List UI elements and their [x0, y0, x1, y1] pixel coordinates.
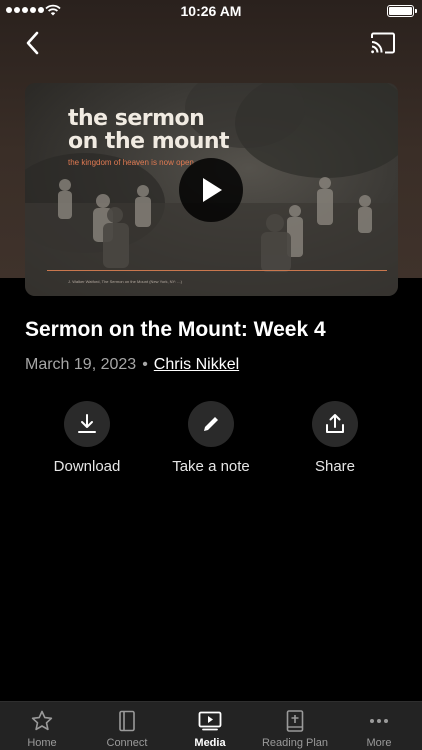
download-button[interactable]: Download	[32, 401, 142, 475]
tab-home[interactable]: Home	[0, 709, 84, 749]
play-button[interactable]	[179, 158, 243, 222]
bible-icon	[286, 710, 304, 732]
tab-reading-plan-label: Reading Plan	[261, 737, 329, 749]
battery-icon	[387, 5, 417, 17]
author-link[interactable]: Chris Nikkel	[154, 356, 239, 373]
thumbnail-divider	[47, 270, 387, 271]
share-button[interactable]: Share	[280, 401, 390, 475]
thumbnail-credit: J. Walker Watford, The Sermon on the Mou…	[68, 279, 182, 284]
sermon-meta: March 19, 2023 • Chris Nikkel	[25, 356, 239, 374]
take-note-label: Take a note	[172, 458, 250, 475]
video-player[interactable]: the sermon on the mount the kingdom of h…	[25, 83, 398, 296]
tab-home-label: Home	[27, 737, 57, 749]
download-icon	[78, 414, 96, 433]
status-time: 10:26 AM	[180, 3, 242, 19]
tab-connect[interactable]: Connect	[85, 709, 169, 749]
status-bar: 10:26 AM	[0, 0, 422, 22]
take-note-button[interactable]: Take a note	[156, 401, 266, 475]
meta-separator: •	[142, 356, 148, 373]
tab-bar: Home Connect Media Reading Plan More	[0, 701, 422, 750]
star-icon	[31, 710, 53, 731]
tab-reading-plan[interactable]: Reading Plan	[253, 709, 337, 749]
pencil-icon	[204, 417, 218, 431]
play-icon	[203, 178, 222, 202]
tab-media-label: Media	[194, 737, 226, 749]
thumbnail-title: the sermon on the mount	[68, 106, 230, 154]
download-label: Download	[53, 458, 121, 475]
cast-icon[interactable]	[370, 32, 396, 54]
tab-more-label: More	[366, 737, 392, 749]
thumbnail-subtitle: the kingdom of heaven is now open	[68, 158, 194, 167]
sermon-title: Sermon on the Mount: Week 4	[25, 318, 326, 341]
play-screen-icon	[198, 711, 222, 731]
back-button[interactable]	[20, 30, 46, 56]
share-icon	[326, 414, 344, 433]
tab-connect-label: Connect	[106, 737, 148, 749]
share-label: Share	[314, 458, 356, 475]
book-icon	[119, 710, 135, 732]
sermon-date: March 19, 2023	[25, 356, 137, 373]
ellipsis-icon	[370, 719, 388, 723]
tab-more[interactable]: More	[337, 709, 421, 749]
tab-media[interactable]: Media	[168, 709, 252, 749]
